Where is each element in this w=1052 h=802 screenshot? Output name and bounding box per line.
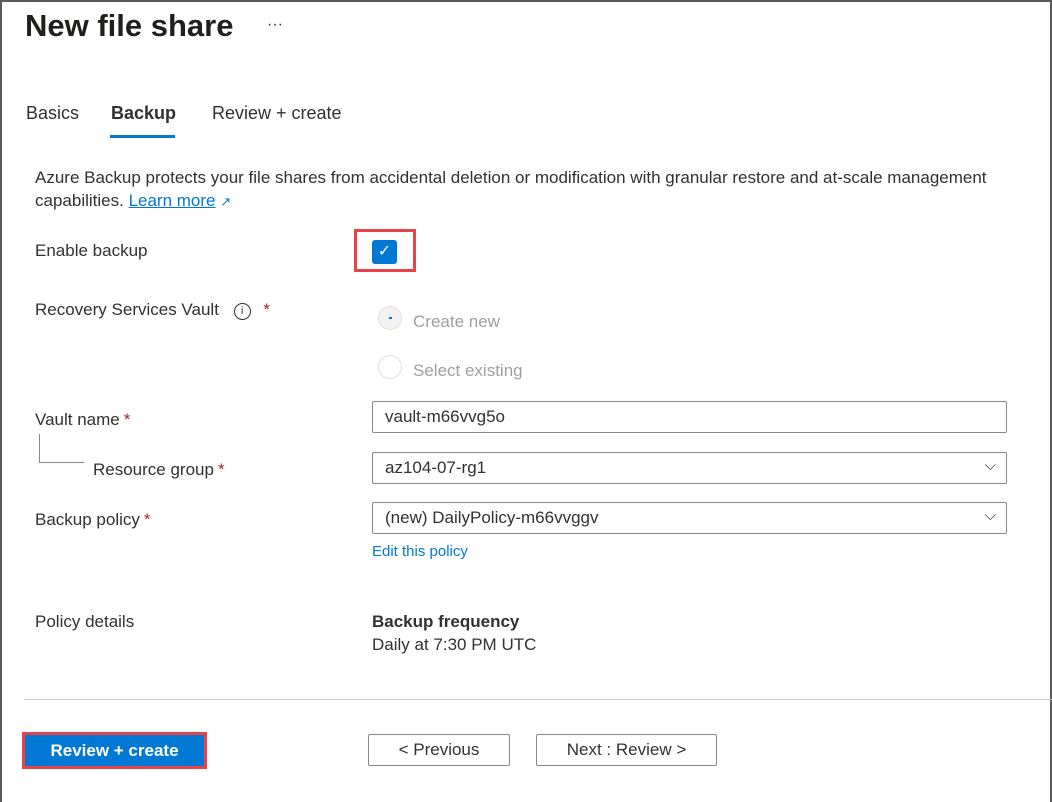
vault-name-label-text: Vault name (35, 410, 120, 429)
enable-backup-checkbox[interactable]: ✓ (372, 240, 397, 264)
required-marker: * (263, 300, 271, 319)
footer-divider (24, 699, 1052, 700)
active-tab-indicator (110, 135, 175, 138)
resource-group-label: Resource group * (93, 460, 225, 480)
backup-policy-dropdown[interactable]: (new) DailyPolicy-m66vvggv ⌵ (372, 502, 1007, 534)
tab-review-create[interactable]: Review + create (212, 103, 342, 124)
resource-group-dropdown[interactable]: az104-07-rg1 ⌵ (372, 452, 1007, 484)
tab-basics[interactable]: Basics (26, 103, 79, 124)
next-review-button[interactable]: Next : Review > (536, 734, 717, 766)
required-marker: * (123, 410, 131, 429)
backup-policy-label: Backup policy * (35, 510, 151, 530)
required-marker: * (217, 460, 225, 479)
create-new-radio[interactable] (378, 306, 402, 330)
backup-policy-value: (new) DailyPolicy-m66vvggv (385, 508, 599, 527)
vault-name-label: Vault name * (35, 410, 130, 430)
required-marker: * (143, 510, 151, 529)
learn-more-link[interactable]: Learn more (129, 191, 216, 210)
resource-group-value: az104-07-rg1 (385, 458, 487, 477)
select-existing-label: Select existing (413, 361, 523, 380)
enable-backup-label: Enable backup (35, 241, 148, 260)
backup-frequency-heading: Backup frequency (372, 612, 520, 631)
tree-connector (39, 434, 84, 463)
recovery-vault-label-text: Recovery Services Vault (35, 300, 219, 319)
learn-more-label: Learn more (128, 191, 216, 210)
backup-policy-label-text: Backup policy (35, 510, 140, 529)
edit-policy-link[interactable]: Edit this policy (372, 543, 468, 560)
previous-button[interactable]: < Previous (368, 734, 510, 766)
select-existing-radio[interactable] (378, 355, 402, 379)
page-title: New file share (25, 8, 234, 43)
vault-name-input[interactable]: vault-m66vvg5o (372, 401, 1007, 433)
chevron-down-icon: ⌵ (984, 507, 996, 524)
create-new-label: Create new (413, 312, 500, 331)
checkmark-icon: ✓ (377, 243, 392, 260)
external-link-icon: ↗ (220, 194, 232, 209)
more-options-button[interactable]: ··· (267, 16, 283, 34)
recovery-vault-label: Recovery Services Vault i * (35, 300, 270, 320)
backup-frequency-value: Daily at 7:30 PM UTC (372, 635, 537, 654)
chevron-down-icon: ⌵ (984, 457, 996, 474)
resource-group-label-text: Resource group (93, 460, 214, 479)
info-icon[interactable]: i (233, 303, 251, 320)
review-create-button[interactable]: Review + create (22, 732, 207, 769)
tab-backup[interactable]: Backup (111, 103, 176, 124)
backup-description: Azure Backup protects your file shares f… (35, 166, 1035, 213)
policy-details-label: Policy details (35, 612, 135, 631)
